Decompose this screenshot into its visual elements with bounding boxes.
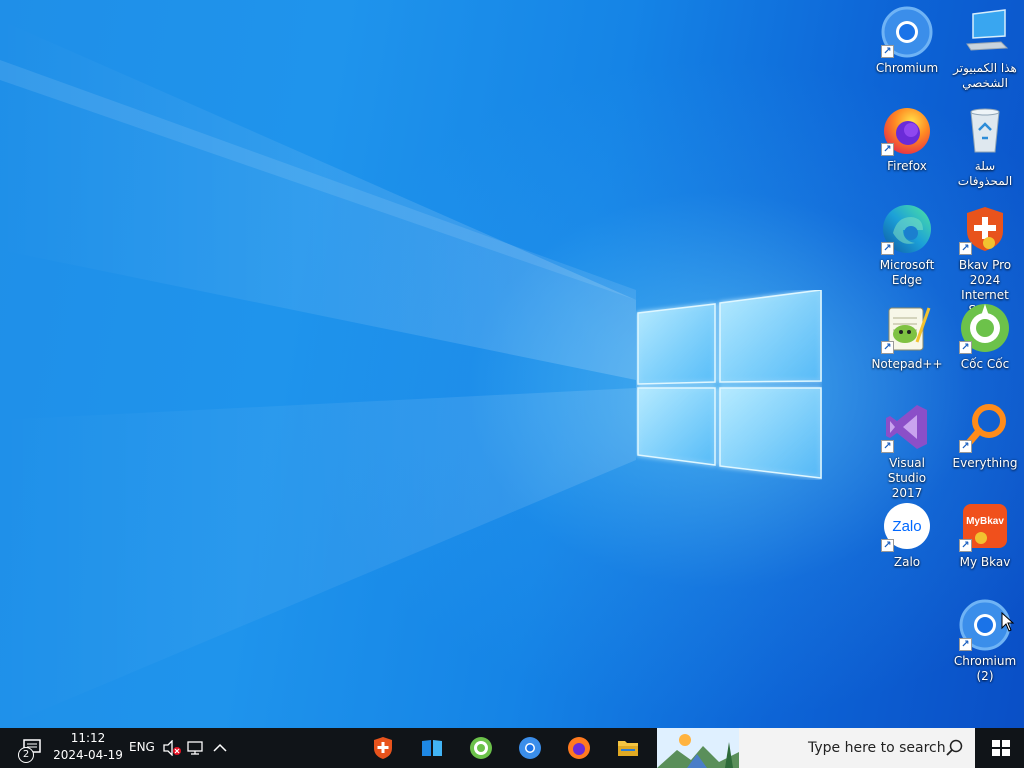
zalo-icon: Zalo ↗ (881, 500, 933, 552)
icon-label: Notepad++ (871, 357, 943, 371)
icon-label: Chromium (875, 61, 939, 75)
chromium-icon (519, 737, 541, 759)
notepad-plus-plus-icon: ↗ (881, 302, 933, 354)
search-highlight-illustration-icon (657, 728, 739, 768)
search-placeholder: Type here to search (808, 740, 946, 756)
action-center-button[interactable]: 2 (14, 728, 50, 768)
shortcut-arrow-icon: ↗ (959, 539, 972, 552)
icon-label-line2: (2) (976, 669, 994, 683)
icon-label: Everything (952, 456, 1018, 470)
taskbar-app-file-explorer[interactable] (604, 728, 652, 768)
desktop-icon-coccoc[interactable]: ↗ Cốc Cốc (946, 302, 1024, 398)
shortcut-arrow-icon: ↗ (959, 440, 972, 453)
icon-label: سلة (974, 159, 996, 173)
shortcut-arrow-icon: ↗ (881, 440, 894, 453)
icon-label: Chromium (953, 654, 1017, 668)
shortcut-arrow-icon: ↗ (959, 341, 972, 354)
coccoc-icon: ↗ (959, 302, 1011, 354)
icon-label-line2: الشخصي (962, 76, 1008, 90)
icon-label: Bkav Pro 2024 (958, 258, 1012, 287)
taskbar-clock[interactable]: 11:12 2024-04-19 (52, 730, 124, 764)
coccoc-icon (470, 737, 492, 759)
shortcut-arrow-icon: ↗ (881, 539, 894, 552)
shortcut-arrow-icon: ↗ (959, 638, 972, 651)
firefox-icon: ↗ (881, 104, 933, 156)
clock-time: 11:12 (70, 731, 106, 745)
desktop-icon-visual-studio-2017[interactable]: ↗ Visual Studio 2017 (868, 401, 946, 500)
book-icon (422, 740, 442, 756)
icon-label: هذا الكمبيوتر (953, 61, 1017, 75)
taskbar: 2 11:12 2024-04-19 ENG Type here to sear… (0, 728, 1024, 768)
edge-icon: ↗ (881, 203, 933, 255)
icon-label: Visual Studio (887, 456, 927, 485)
volume-button[interactable] (160, 728, 184, 768)
icon-label: Cốc Cốc (960, 357, 1010, 371)
icon-label: Microsoft (879, 258, 935, 272)
mouse-cursor-icon (1001, 612, 1015, 632)
desktop-icon-recycle-bin[interactable]: سلة المحذوفات (946, 104, 1024, 200)
clock-date: 2024-04-19 (53, 748, 123, 762)
icon-label: Firefox (887, 159, 927, 173)
visual-studio-icon: ↗ (881, 401, 933, 453)
bkav-icon: ↗ (959, 203, 1011, 255)
mybkav-logo-text: MyBkav (966, 516, 1004, 527)
desktop-icon-my-bkav[interactable]: MyBkav ↗ My Bkav (946, 500, 1024, 596)
desktop-icon-everything[interactable]: ↗ Everything (946, 401, 1024, 497)
desktop-icon-notepad-plus-plus[interactable]: ↗ Notepad++ (868, 302, 946, 398)
recycle-bin-icon (959, 104, 1011, 156)
shortcut-arrow-icon: ↗ (881, 143, 894, 156)
icon-label-line2: المحذوفات (957, 174, 1013, 188)
taskbar-app-firefox[interactable] (555, 728, 603, 768)
windows-wallpaper-logo (636, 289, 822, 480)
desktop-icon-bkav-pro[interactable]: ↗ Bkav Pro 2024 Internet Sec... (946, 203, 1024, 317)
chromium-icon: ↗ (881, 6, 933, 58)
desktop-icon-zalo[interactable]: Zalo ↗ Zalo (868, 500, 946, 596)
desktop-icon-microsoft-edge[interactable]: ↗ Microsoft Edge (868, 203, 946, 299)
zalo-logo-text: Zalo (892, 518, 921, 535)
volume-muted-icon (163, 740, 181, 756)
taskbar-app-coccoc[interactable] (457, 728, 505, 768)
icon-label-line2: 2017 (891, 486, 923, 500)
desktop-icon-this-pc[interactable]: هذا الكمبيوتر الشخصي (946, 6, 1024, 102)
network-button[interactable] (184, 728, 208, 768)
icon-label: My Bkav (959, 555, 1011, 569)
desktop-icon-chromium[interactable]: ↗ Chromium (868, 6, 946, 102)
folder-icon (618, 741, 638, 756)
shortcut-arrow-icon: ↗ (881, 45, 894, 58)
mybkav-icon: MyBkav ↗ (959, 500, 1011, 552)
shortcut-arrow-icon: ↗ (881, 242, 894, 255)
taskbar-app-file-viewer[interactable] (408, 728, 456, 768)
windows-logo-icon (992, 740, 1010, 756)
start-button[interactable] (978, 728, 1024, 768)
shortcut-arrow-icon: ↗ (959, 242, 972, 255)
computer-icon (959, 6, 1011, 58)
notification-count-badge: 2 (18, 747, 34, 763)
input-language-indicator[interactable]: ENG (129, 740, 155, 754)
show-hidden-icons-button[interactable] (208, 728, 232, 768)
everything-icon: ↗ (959, 401, 1011, 453)
taskbar-search-box[interactable]: Type here to search (657, 728, 975, 768)
firefox-icon (568, 737, 590, 759)
chevron-up-icon (213, 743, 227, 752)
taskbar-app-chromium[interactable] (506, 728, 554, 768)
icon-label: Zalo (893, 555, 921, 569)
shortcut-arrow-icon: ↗ (881, 341, 894, 354)
desktop-icon-firefox[interactable]: ↗ Firefox (868, 104, 946, 200)
desktop-background: ↗ Chromium ↗ Firefox ↗ Microsoft Edge ↗ … (0, 0, 1024, 728)
network-icon (187, 741, 203, 755)
taskbar-app-bkav[interactable] (359, 728, 407, 768)
bkav-icon (374, 737, 392, 759)
search-icon (946, 739, 963, 756)
icon-label-line2: Edge (891, 273, 923, 287)
